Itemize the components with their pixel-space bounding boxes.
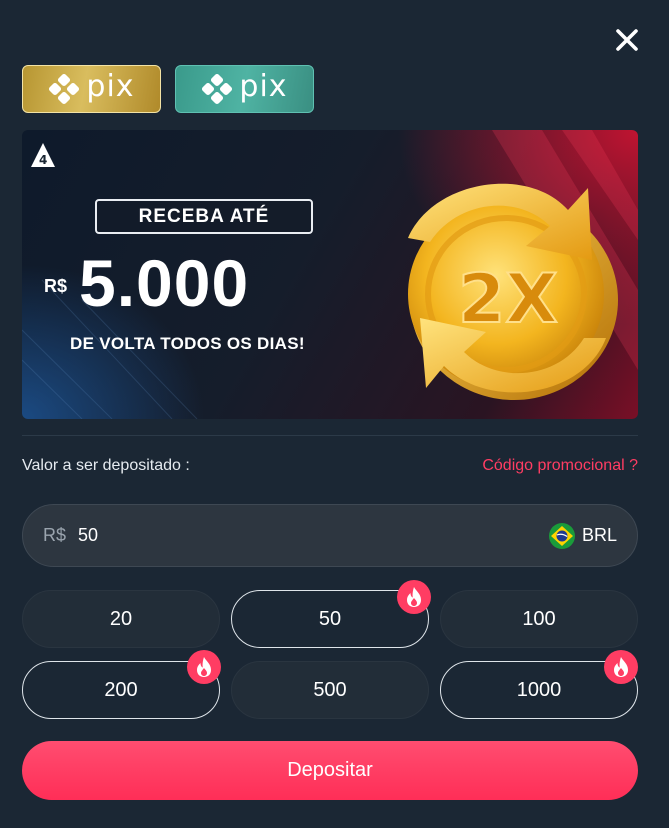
promo-banner[interactable]: 4 RECEBA ATÉ R$ 5.000 DE VOLTA TODOS OS …	[22, 130, 638, 419]
pix-tab-label: pix	[86, 69, 135, 104]
banner-amount-value: 5.000	[79, 246, 250, 320]
coin-text: 2X	[458, 260, 558, 339]
promo-code-link[interactable]: Código promocional ?	[482, 457, 638, 475]
hot-badge	[604, 650, 638, 684]
currency-code: BRL	[581, 525, 617, 545]
fire-icon	[407, 587, 421, 607]
amount-option-label: 20	[109, 607, 133, 630]
fire-icon	[614, 657, 628, 677]
hot-badge	[397, 580, 431, 614]
amount-option-label: 500	[313, 678, 347, 701]
amount-option-label: 200	[104, 678, 138, 701]
brazil-flag-icon	[548, 522, 575, 549]
amount-option-label: 1000	[516, 678, 562, 701]
pix-logo-icon	[202, 73, 233, 105]
svg-text:4: 4	[39, 153, 47, 167]
close-icon	[616, 29, 638, 51]
amount-option-label: 50	[318, 607, 342, 630]
deposit-button-label: Depositar	[287, 759, 373, 781]
deposit-amount-label: Valor a ser depositado :	[22, 457, 190, 474]
fire-icon	[197, 657, 211, 677]
amount-input-container: R$ BRL	[22, 504, 638, 567]
banner-subline: DE VOLTA TODOS OS DIAS!	[70, 334, 305, 353]
section-divider	[22, 435, 638, 436]
coin-2x-icon: 2X	[408, 183, 618, 400]
amount-option-20[interactable]: 20	[22, 590, 220, 648]
amount-option-label: 100	[522, 607, 556, 630]
amount-option-100[interactable]: 100	[440, 590, 638, 648]
hot-badge	[187, 650, 221, 684]
currency-prefix: R$	[43, 525, 67, 545]
close-button[interactable]	[611, 24, 643, 56]
pix-logo-icon	[49, 73, 80, 105]
pix-tab-label: pix	[239, 69, 288, 104]
amount-option-500[interactable]: 500	[231, 661, 429, 719]
banner-headline: RECEBA ATÉ	[95, 199, 313, 234]
deposit-amount-input[interactable]	[78, 525, 548, 546]
brand-logo-icon: 4	[31, 143, 55, 167]
payment-tab-pix-secondary[interactable]: pix	[175, 65, 314, 113]
banner-amount: R$ 5.000	[44, 248, 249, 318]
payment-tab-pix-primary[interactable]: pix	[22, 65, 161, 113]
deposit-button[interactable]: Depositar	[22, 741, 638, 800]
banner-currency: R$	[44, 275, 68, 296]
